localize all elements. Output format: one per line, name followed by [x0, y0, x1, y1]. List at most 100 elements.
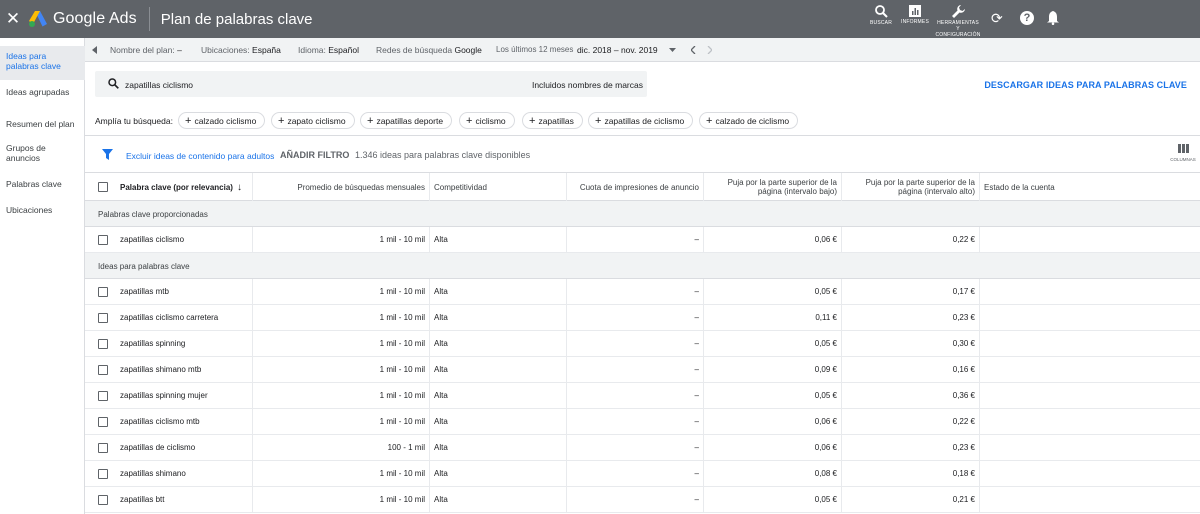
- account-status-cell: [980, 383, 1200, 408]
- refresh-icon[interactable]: ⟳: [991, 10, 1003, 27]
- bid-high-cell: 0,30 €: [842, 331, 980, 356]
- row-checkbox[interactable]: [98, 234, 108, 245]
- col-bid-high[interactable]: Puja por la parte superior de la página …: [842, 173, 980, 201]
- impression-share-cell: –: [567, 409, 704, 434]
- row-checkbox[interactable]: [98, 286, 108, 297]
- table-row[interactable]: zapatillas spinning 1 mil - 10 mil Alta – 0,…: [85, 331, 1200, 357]
- columns-icon: [1177, 144, 1189, 153]
- broaden-chip[interactable]: + zapato ciclismo: [271, 112, 355, 129]
- prev-period-icon[interactable]: [691, 46, 696, 54]
- avg-searches-cell: 1 mil - 10 mil: [253, 227, 430, 252]
- broaden-chip[interactable]: + ciclismo: [459, 112, 515, 129]
- col-account-status[interactable]: Estado de la cuenta: [980, 173, 1200, 201]
- row-checkbox[interactable]: [98, 416, 108, 427]
- row-checkbox[interactable]: [98, 468, 108, 479]
- broaden-chip[interactable]: + calzado de ciclismo: [699, 112, 799, 129]
- search-action[interactable]: BUSCAR: [868, 0, 894, 26]
- avg-searches-cell: 1 mil - 10 mil: [253, 461, 430, 486]
- bid-high-cell: 0,17 €: [842, 279, 980, 304]
- plan-locations[interactable]: Ubicaciones: España: [201, 45, 281, 55]
- table-row[interactable]: zapatillas mtb 1 mil - 10 mil Alta – 0,05 € 0…: [85, 279, 1200, 305]
- avg-searches-cell-text: 1 mil - 10 mil: [379, 339, 425, 348]
- col-bid-low[interactable]: Puja por la parte superior de la página …: [704, 173, 842, 201]
- col-avg-searches[interactable]: Promedio de búsquedas mensuales: [253, 173, 430, 201]
- keyword-cell-text: zapatillas ciclismo carretera: [120, 313, 219, 322]
- collapse-triangle-icon[interactable]: [92, 46, 98, 54]
- row-checkbox[interactable]: [98, 390, 108, 401]
- table-row[interactable]: zapatillas btt 1 mil - 10 mil Alta – 0,05 € 0…: [85, 487, 1200, 513]
- avg-searches-cell-text: 1 mil - 10 mil: [379, 495, 425, 504]
- competition-cell: Alta: [430, 435, 567, 460]
- competition-cell-text: Alta: [434, 443, 448, 452]
- reports-action[interactable]: INFORMES: [900, 0, 930, 25]
- nav-item-keyword-ideas[interactable]: Ideas para palabras clave: [6, 51, 81, 71]
- account-status-cell: [980, 227, 1200, 252]
- nav-item-keywords[interactable]: Palabras clave: [6, 179, 81, 189]
- nav-item-ad-groups[interactable]: Grupos de anuncios: [6, 143, 56, 163]
- account-status-cell: [980, 279, 1200, 304]
- plan-language[interactable]: Idioma: Español: [298, 45, 359, 55]
- table-row[interactable]: zapatillas shimano 1 mil - 10 mil Alta – 0,0…: [85, 461, 1200, 487]
- bid-high-cell: 0,23 €: [842, 435, 980, 460]
- exclude-adult-filter[interactable]: Excluir ideas de contenido para adultos: [126, 151, 274, 161]
- broaden-chip[interactable]: + zapatillas deporte: [360, 112, 453, 129]
- plan-networks[interactable]: Redes de búsqueda Google: [376, 45, 482, 55]
- bid-low-cell-text: 0,05 €: [814, 287, 837, 296]
- row-checkbox[interactable]: [98, 338, 108, 349]
- keyword-cell: zapatillas de ciclismo: [85, 435, 253, 460]
- brand-names-toggle[interactable]: Incluidos nombres de marcas: [532, 80, 643, 90]
- broaden-chip[interactable]: + zapatillas de ciclismo: [588, 112, 694, 129]
- period-dropdown-icon[interactable]: [669, 48, 676, 52]
- row-checkbox[interactable]: [98, 494, 108, 505]
- table-row[interactable]: zapatillas ciclismo mtb 1 mil - 10 mil Alt…: [85, 409, 1200, 435]
- add-filter-button[interactable]: AÑADIR FILTRO: [280, 150, 349, 160]
- bid-high-cell: 0,22 €: [842, 227, 980, 252]
- period-value[interactable]: dic. 2018 – nov. 2019: [577, 45, 658, 55]
- chip-label: ciclismo: [475, 116, 506, 126]
- broaden-chip[interactable]: + zapatillas: [522, 112, 583, 129]
- impression-share-cell-text: –: [694, 495, 699, 504]
- col-competition[interactable]: Competitividad: [430, 173, 567, 201]
- plus-icon: +: [595, 115, 602, 127]
- columns-label: COLUMNAS: [1170, 157, 1196, 162]
- bid-low-cell: 0,09 €: [704, 357, 842, 382]
- keyword-cell-text: zapatillas ciclismo mtb: [120, 417, 200, 426]
- broaden-chip[interactable]: + calzado ciclismo: [178, 112, 266, 129]
- impression-share-cell: –: [567, 227, 704, 252]
- select-all-checkbox[interactable]: [98, 182, 108, 192]
- nav-item-grouped-ideas[interactable]: Ideas agrupadas: [6, 87, 81, 97]
- account-status-cell: [980, 357, 1200, 382]
- chip-label: zapatillas de ciclismo: [604, 116, 685, 126]
- avg-searches-cell-text: 1 mil - 10 mil: [379, 235, 425, 244]
- filter-icon[interactable]: [102, 149, 113, 160]
- nav-item-plan-overview[interactable]: Resumen del plan: [6, 119, 81, 129]
- row-checkbox[interactable]: [98, 312, 108, 323]
- account-status-cell: [980, 305, 1200, 330]
- table-row[interactable]: zapatillas ciclismo 1 mil - 10 mil Alta – 0,…: [85, 227, 1200, 253]
- row-checkbox[interactable]: [98, 364, 108, 375]
- columns-button[interactable]: COLUMNAS: [1168, 144, 1198, 162]
- help-icon[interactable]: ?: [1020, 11, 1034, 25]
- avg-searches-cell-text: 100 - 1 mil: [387, 443, 425, 452]
- table-row[interactable]: zapatillas spinning mujer 1 mil - 10 mil A…: [85, 383, 1200, 409]
- close-icon[interactable]: ✕: [2, 9, 24, 29]
- keyword-cell-text: zapatillas de ciclismo: [120, 443, 196, 452]
- col-keyword[interactable]: Palabra clave (por relevancia) ↓: [85, 173, 253, 201]
- table-row[interactable]: zapatillas de ciclismo 100 - 1 mil Alta – 0,…: [85, 435, 1200, 461]
- next-period-icon[interactable]: [707, 46, 712, 54]
- nav-item-locations[interactable]: Ubicaciones: [6, 205, 81, 215]
- download-ideas-link[interactable]: DESCARGAR IDEAS PARA PALABRAS CLAVE: [984, 80, 1187, 90]
- bid-low-cell-text: 0,11 €: [815, 313, 837, 322]
- plan-name[interactable]: Nombre del plan: –: [110, 45, 182, 55]
- row-checkbox[interactable]: [98, 442, 108, 453]
- competition-cell: Alta: [430, 383, 567, 408]
- impression-share-cell-text: –: [694, 287, 699, 296]
- col-impression-share[interactable]: Cuota de impresiones de anuncio: [567, 173, 704, 201]
- notifications-bell-icon[interactable]: [1047, 11, 1059, 25]
- search-query[interactable]: zapatillas ciclismo: [125, 80, 193, 90]
- account-status-cell: [980, 409, 1200, 434]
- tools-action[interactable]: HERRAMIENTAS Y CONFIGURACIÓN: [935, 0, 981, 38]
- table-row[interactable]: zapatillas shimano mtb 1 mil - 10 mil Alta…: [85, 357, 1200, 383]
- keyword-search-box[interactable]: zapatillas ciclismo Incluidos nombres de…: [95, 71, 647, 97]
- table-row[interactable]: zapatillas ciclismo carretera 1 mil - 10 …: [85, 305, 1200, 331]
